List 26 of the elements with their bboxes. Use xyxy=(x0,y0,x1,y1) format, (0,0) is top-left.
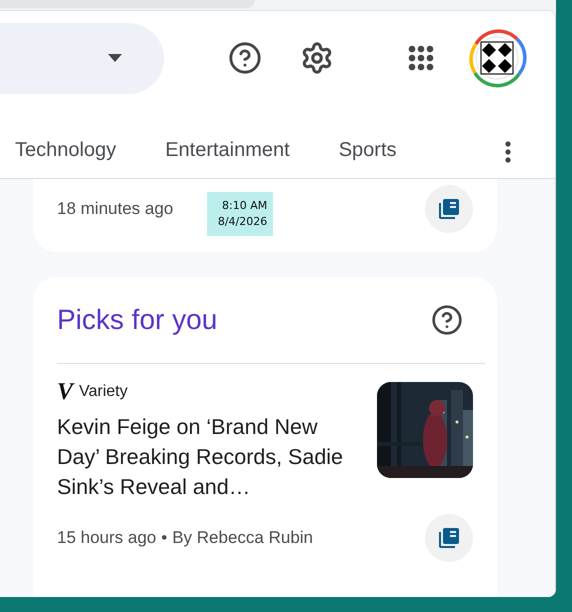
more-options-button[interactable] xyxy=(505,141,511,163)
category-tab[interactable]: Entertainment xyxy=(165,139,290,165)
article-time: 15 hours ago xyxy=(57,528,156,548)
separator-dot: • xyxy=(161,528,168,548)
caret-icon xyxy=(108,54,122,62)
timestamp-label: 8:10 AM 8/4/2026 xyxy=(207,192,274,236)
apps-button[interactable] xyxy=(408,45,434,71)
news-icon xyxy=(437,196,461,220)
section-title: Picks for you xyxy=(57,304,218,336)
full-coverage-button[interactable] xyxy=(425,184,473,232)
full-coverage-button[interactable] xyxy=(425,514,473,562)
category-tab[interactable]: Technology xyxy=(15,139,116,165)
apps-grid-icon xyxy=(408,45,434,71)
news-icon xyxy=(437,526,461,550)
source-name: Variety xyxy=(79,383,128,401)
more-options-icon xyxy=(505,141,511,163)
article-byline: By Rebecca Rubin xyxy=(172,528,314,548)
help-button[interactable] xyxy=(228,41,262,75)
help-button[interactable] xyxy=(431,304,463,336)
search-field[interactable] xyxy=(0,22,164,94)
account-avatar[interactable] xyxy=(467,28,527,88)
source-logo: V xyxy=(57,382,74,402)
article-headline[interactable]: Kevin Feige on ‘Brand New Day’ Breaking Records, Sadie Sink’s Reveal and… xyxy=(57,412,349,502)
story-time: 18 minutes ago xyxy=(57,198,174,218)
category-tab[interactable]: Sports xyxy=(338,139,397,165)
settings-button[interactable] xyxy=(300,41,334,75)
